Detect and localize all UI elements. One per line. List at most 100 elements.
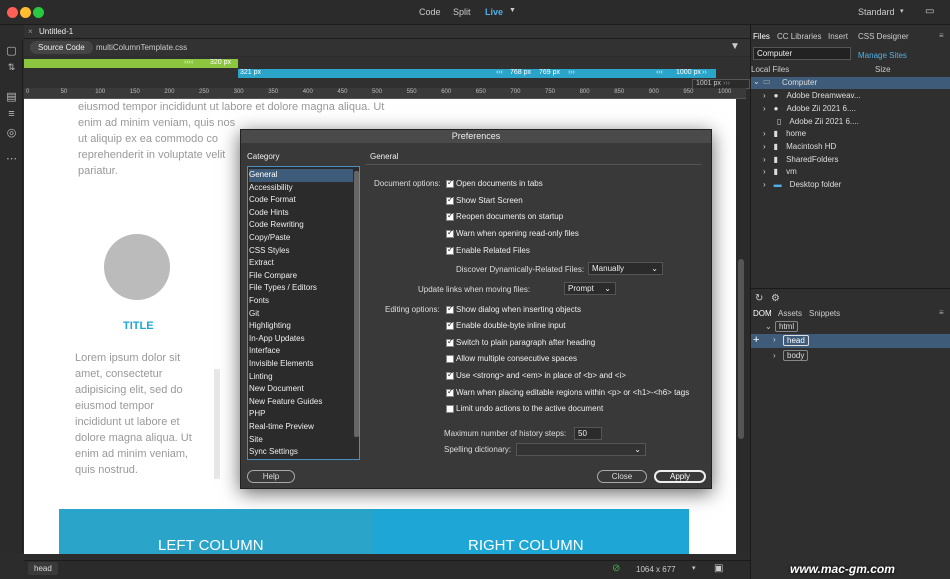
category-item[interactable]: Sync Settings: [249, 446, 353, 459]
zoom-window-button[interactable]: [33, 7, 44, 18]
open-file-icon[interactable]: ▢: [4, 44, 19, 58]
category-item[interactable]: In-App Updates: [249, 333, 353, 346]
dom-row-selected[interactable]: + › head: [751, 334, 950, 348]
more-icon[interactable]: ⋯: [4, 152, 19, 166]
file-row[interactable]: › ▮ home: [763, 129, 806, 138]
help-button[interactable]: Help: [247, 470, 295, 483]
chevron-right-icon[interactable]: ›: [763, 129, 766, 138]
manage-sites-link[interactable]: Manage Sites: [858, 51, 907, 60]
category-item[interactable]: Real-time Preview: [249, 421, 353, 434]
tab-assets[interactable]: Assets: [778, 309, 802, 318]
chevron-down-icon[interactable]: ⌄: [765, 322, 772, 331]
panel-menu-icon[interactable]: ≡: [939, 308, 944, 317]
category-item[interactable]: File Compare: [249, 270, 353, 283]
checkbox[interactable]: [446, 387, 454, 397]
chevron-right-icon[interactable]: ›: [773, 351, 776, 360]
file-row[interactable]: › ▮ vm: [763, 167, 797, 176]
category-item[interactable]: Interface: [249, 345, 353, 358]
workspace-switcher[interactable]: Standard: [858, 7, 895, 17]
category-item[interactable]: New Document: [249, 383, 353, 396]
live-view-button[interactable]: Live: [485, 7, 503, 17]
category-item[interactable]: CSS Styles: [249, 245, 353, 258]
close-button[interactable]: Close: [597, 470, 647, 483]
tab-css-designer[interactable]: CSS Designer: [858, 32, 909, 41]
tab-snippets[interactable]: Snippets: [809, 309, 840, 318]
category-item[interactable]: Invisible Elements: [249, 358, 353, 371]
tab-dom[interactable]: DOM: [753, 309, 772, 318]
dom-node-head[interactable]: head: [783, 335, 809, 346]
checkbox[interactable]: [446, 211, 454, 221]
category-item[interactable]: Accessibility: [249, 182, 353, 195]
chevron-right-icon[interactable]: ›: [763, 142, 766, 151]
checkbox[interactable]: [446, 304, 454, 314]
category-item[interactable]: Copy/Paste: [249, 232, 353, 245]
chevron-right-icon[interactable]: ›: [763, 167, 766, 176]
chevron-right-icon[interactable]: ›: [763, 104, 766, 113]
category-item[interactable]: Fonts: [249, 295, 353, 308]
checkbox[interactable]: [446, 320, 454, 330]
checkbox[interactable]: [446, 178, 454, 188]
canvas-scrollbar[interactable]: [736, 99, 750, 554]
chevron-down-icon[interactable]: ▼: [509, 7, 516, 14]
chevron-down-icon[interactable]: ▾: [692, 564, 696, 572]
category-item[interactable]: Code Rewriting: [249, 219, 353, 232]
checkbox[interactable]: [446, 337, 454, 347]
category-item[interactable]: General: [249, 169, 353, 182]
git-icon[interactable]: ⚙: [771, 293, 780, 304]
checkbox[interactable]: [446, 228, 454, 238]
panel-menu-icon[interactable]: ≡: [939, 31, 944, 40]
live-inspect-icon[interactable]: ◎: [4, 126, 19, 140]
category-item[interactable]: Git: [249, 308, 353, 321]
refresh-icon[interactable]: ↻: [755, 293, 763, 304]
update-links-select[interactable]: Prompt ⌄: [564, 282, 616, 295]
file-row-selected[interactable]: ⌄ ▭ Computer: [751, 77, 950, 89]
checkbox[interactable]: [446, 405, 454, 413]
minimize-window-button[interactable]: [20, 7, 31, 18]
scrollbar-thumb[interactable]: [738, 259, 744, 439]
source-code-tab[interactable]: Source Code: [30, 41, 93, 54]
code-view-button[interactable]: Code: [419, 7, 441, 17]
discover-related-select[interactable]: Manually ⌄: [588, 262, 663, 275]
file-row[interactable]: › ● Adobe Zii 2021 6....: [763, 104, 856, 113]
file-row[interactable]: › ● Adobe Dreamweav...: [763, 91, 861, 100]
checkbox[interactable]: [446, 245, 454, 255]
dom-node-body[interactable]: body: [783, 350, 809, 361]
tab-insert[interactable]: Insert: [828, 32, 848, 41]
format-source-icon[interactable]: ≡: [4, 108, 19, 122]
category-item[interactable]: Linting: [249, 371, 353, 384]
close-tab-icon[interactable]: ×: [28, 27, 33, 36]
checkbox[interactable]: [446, 195, 454, 205]
chevron-down-icon[interactable]: ⌄: [753, 77, 760, 86]
history-steps-input[interactable]: 50: [574, 427, 602, 440]
tab-files[interactable]: Files: [753, 32, 770, 41]
category-item[interactable]: New Feature Guides: [249, 396, 353, 409]
media-query-max-320[interactable]: ‹‹‹‹ 320 px: [24, 59, 238, 68]
window-layout-icon[interactable]: ▭: [925, 6, 934, 17]
media-query-321-1000[interactable]: 321 px ‹‹‹ 768 px 769 px ››› ‹‹‹ 1000 px…: [238, 69, 716, 78]
spelling-dictionary-select[interactable]: ⌄: [516, 443, 646, 456]
category-item[interactable]: Site: [249, 434, 353, 447]
split-view-button[interactable]: Split: [453, 7, 471, 17]
chevron-right-icon[interactable]: ›: [763, 91, 766, 100]
related-file-tab[interactable]: multiColumnTemplate.css: [96, 43, 187, 52]
category-item[interactable]: Highlighting: [249, 320, 353, 333]
site-select[interactable]: Computer: [753, 47, 851, 60]
file-row[interactable]: › ▮ SharedFolders: [763, 155, 839, 164]
filter-icon[interactable]: ▼: [730, 41, 740, 52]
category-item[interactable]: Extract: [249, 257, 353, 270]
close-window-button[interactable]: [7, 7, 18, 18]
checkbox[interactable]: [446, 370, 454, 380]
chevron-right-icon[interactable]: ›: [763, 155, 766, 164]
dom-node-html[interactable]: html: [775, 321, 799, 332]
add-element-icon[interactable]: +: [753, 334, 759, 346]
scrollbar-thumb[interactable]: [354, 171, 359, 437]
file-row[interactable]: › ▮ Macintosh HD: [763, 142, 836, 151]
chevron-down-icon[interactable]: ▾: [900, 7, 904, 15]
file-row[interactable]: ▯ Adobe Zii 2021 6....: [763, 117, 859, 126]
category-item[interactable]: PHP: [249, 408, 353, 421]
window-size[interactable]: 1064 x 677: [636, 565, 676, 574]
file-management-icon[interactable]: ⇅: [4, 62, 19, 76]
live-preview-icon[interactable]: ▣: [714, 563, 723, 574]
file-row[interactable]: › ▬ Desktop folder: [763, 180, 841, 189]
category-item[interactable]: Code Format: [249, 194, 353, 207]
